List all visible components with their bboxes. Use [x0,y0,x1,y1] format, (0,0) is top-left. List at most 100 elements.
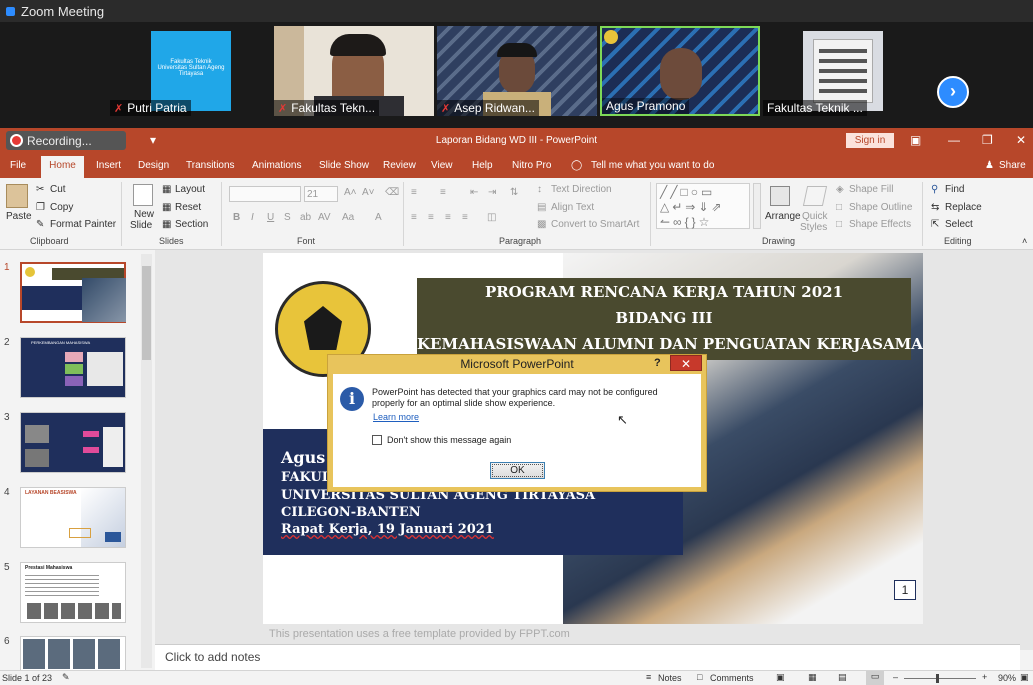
participant-tile[interactable]: ✗ Fakultas Tekn... [274,26,434,116]
clear-formatting-icon[interactable]: ⌫ [385,187,399,198]
shape-outline-button[interactable]: Shape Outline [849,202,912,213]
slide-thumbnail-1[interactable] [20,262,126,323]
new-slide-icon[interactable] [133,184,153,206]
tab-slide-show[interactable]: Slide Show [319,160,369,171]
increase-indent-icon[interactable]: ⇥ [488,187,496,198]
zoom-out-icon[interactable]: – [893,672,898,682]
bullets-icon[interactable]: ≡ [411,187,417,198]
share-button[interactable]: Share [999,160,1026,171]
scroll-thumb[interactable] [142,266,151,360]
slide-thumbnail-6[interactable] [20,636,126,670]
slide-show-view-icon[interactable]: ▭ [866,671,884,685]
shadow-icon[interactable]: S [284,212,291,223]
tab-help[interactable]: Help [472,160,493,171]
increase-font-icon[interactable]: A˄ [344,187,357,198]
align-left-icon[interactable]: ≡ [411,212,417,223]
spacing-icon[interactable]: AV [318,212,331,223]
cut-button[interactable]: Cut [50,184,66,195]
collapse-ribbon-icon[interactable]: ˄ [1022,236,1027,246]
dialog-help-icon[interactable]: ? [654,357,661,369]
font-name-select[interactable] [229,186,301,202]
zoom-slider-thumb[interactable] [936,674,939,683]
replace-button[interactable]: Replace [945,202,982,213]
participant-tile[interactable]: Fakultas Teknik Universitas Sultan Ageng… [110,26,270,116]
justify-icon[interactable]: ≡ [462,212,468,223]
decrease-indent-icon[interactable]: ⇤ [470,187,478,198]
slide-thumbnail-4[interactable]: LAYANAN BEASISWA [20,487,126,548]
tab-home[interactable]: Home [41,156,84,178]
spelling-icon[interactable]: ✎ [62,672,70,683]
line-spacing-icon[interactable]: ⇅ [510,187,518,198]
italic-icon[interactable]: I [251,212,254,223]
zoom-level[interactable]: 90% [998,673,1016,683]
participant-tile[interactable]: ✗ Asep Ridwan... [437,26,597,116]
sign-in-button[interactable]: Sign in [846,133,894,148]
zoom-in-icon[interactable]: + [982,672,987,682]
layout-button[interactable]: Layout [175,184,205,195]
paste-icon[interactable] [6,184,28,208]
strikethrough-icon[interactable]: ab [300,212,311,223]
slide-sorter-icon[interactable]: ▦ [808,672,817,683]
arrange-button[interactable]: Arrange [765,211,801,222]
shape-effects-button[interactable]: Shape Effects [849,219,911,230]
ribbon-display-options-icon[interactable]: ▣ [910,133,921,147]
slide-thumbnail-2[interactable]: PERKEMBANGAN MAHASISWA [20,337,126,398]
quick-access-dropdown-icon[interactable]: ▾ [150,133,156,147]
font-size-select[interactable]: 21 [304,186,338,202]
underline-icon[interactable]: U [267,212,274,223]
new-slide-button[interactable]: New [134,209,154,220]
columns-icon[interactable]: ◫ [487,212,496,223]
arrange-icon[interactable] [770,186,790,206]
convert-to-smartart-button[interactable]: Convert to SmartArt [551,219,639,230]
normal-view-icon[interactable]: ▣ [776,672,785,683]
reset-button[interactable]: Reset [175,202,201,213]
reading-view-icon[interactable]: ▤ [838,672,847,683]
shapes-gallery[interactable]: ╱╱□○▭ △↵⇒⇓⇗ ↼∞{}☆ [656,183,750,229]
thumbnail-scrollbar[interactable] [141,254,152,668]
tab-insert[interactable]: Insert [96,160,121,171]
new-slide-button-label[interactable]: Slide [130,220,152,231]
recording-indicator[interactable]: Recording... [6,131,126,150]
format-painter-button[interactable]: Format Painter [50,219,116,230]
tab-review[interactable]: Review [383,160,416,171]
bold-icon[interactable]: B [233,212,240,223]
section-button[interactable]: Section [175,219,208,230]
zoom-slider[interactable] [904,678,976,679]
ok-button[interactable]: OK [490,462,545,479]
align-text-button[interactable]: Align Text [551,202,594,213]
slide-thumbnail-3[interactable] [20,412,126,473]
tab-view[interactable]: View [431,160,453,171]
tell-me-search[interactable]: Tell me what you want to do [591,160,714,171]
dialog-close-button[interactable]: ✕ [670,355,702,371]
notes-button[interactable]: Notes [658,673,682,683]
quick-styles-button[interactable]: Quick [802,211,828,222]
shapes-gallery-scroll[interactable] [753,183,761,229]
text-direction-button[interactable]: Text Direction [551,184,612,195]
tab-animations[interactable]: Animations [252,160,301,171]
shape-fill-button[interactable]: Shape Fill [849,184,893,195]
copy-button[interactable]: Copy [50,202,73,213]
editor-scrollbar[interactable] [1025,250,1033,644]
slide-thumbnail-5[interactable]: Prestasi Mahasiswa [20,562,126,623]
tab-nitro-pro[interactable]: Nitro Pro [512,160,551,171]
change-case-icon[interactable]: Aa [342,212,354,223]
participant-tile[interactable]: Fakultas Teknik ... [763,26,923,116]
next-participants-button[interactable]: › [937,76,969,108]
learn-more-link[interactable]: Learn more [373,412,419,422]
quick-styles-icon[interactable] [802,186,828,206]
quick-styles-button-label[interactable]: Styles [800,222,827,233]
dont-show-again-checkbox[interactable] [372,435,382,445]
maximize-icon[interactable]: ❐ [982,133,993,147]
font-color-icon[interactable]: A [375,212,382,223]
align-center-icon[interactable]: ≡ [428,212,434,223]
fit-to-window-icon[interactable]: ▣ [1020,672,1029,683]
comments-button[interactable]: Comments [710,673,754,683]
minimize-icon[interactable]: — [948,133,960,147]
notes-pane[interactable]: Click to add notes [155,644,1020,670]
tab-design[interactable]: Design [138,160,169,171]
numbering-icon[interactable]: ≡ [440,187,446,198]
close-icon[interactable]: ✕ [1016,133,1026,147]
tab-transitions[interactable]: Transitions [186,160,235,171]
align-right-icon[interactable]: ≡ [445,212,451,223]
find-button[interactable]: Find [945,184,964,195]
